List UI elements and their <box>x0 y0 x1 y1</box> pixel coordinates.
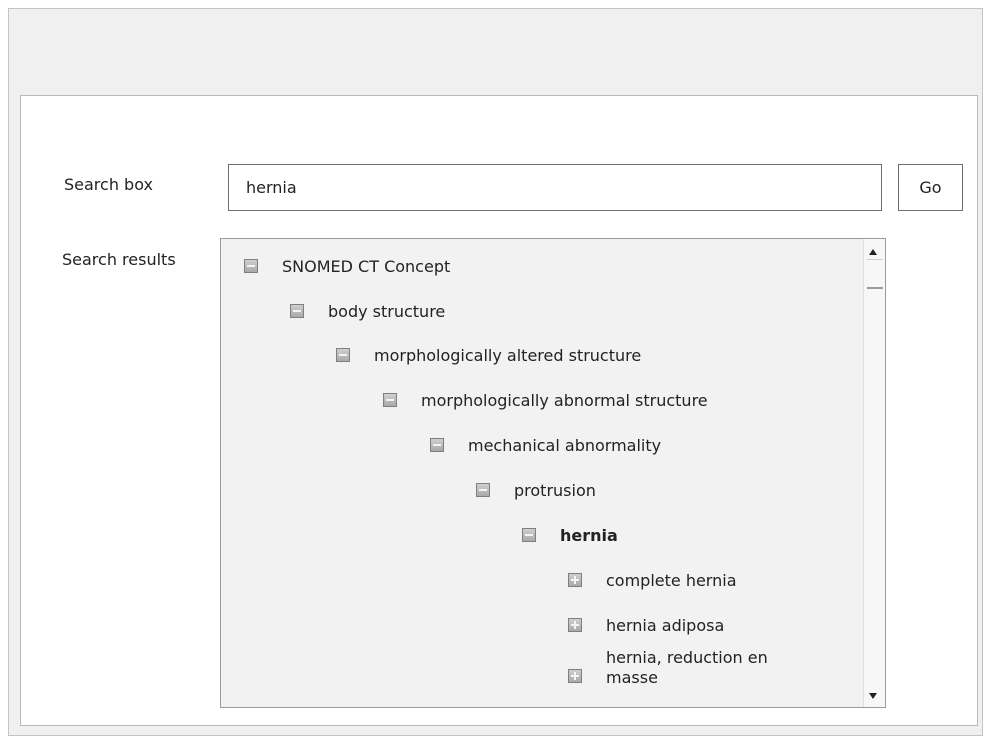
collapse-icon[interactable] <box>336 348 350 362</box>
tree-node-label: hernia adiposa <box>606 616 725 635</box>
search-results-tree[interactable]: SNOMED CT Concept body structure morphol… <box>220 238 886 708</box>
search-input[interactable] <box>228 164 882 211</box>
tree-node[interactable]: mechanical abnormality <box>430 436 661 456</box>
tree-node[interactable]: morphologically altered structure <box>336 346 641 366</box>
tree-node-label: complete hernia <box>606 571 737 590</box>
tree-node-label: SNOMED CT Concept <box>282 257 451 276</box>
tree-node-label: mechanical abnormality <box>468 436 662 455</box>
tree-node[interactable]: complete hernia <box>568 571 737 591</box>
tree-node[interactable]: SNOMED CT Concept <box>244 257 450 277</box>
tree-node[interactable]: morphologically abnormal structure <box>383 391 708 411</box>
search-box-label: Search box <box>64 175 153 194</box>
collapse-icon[interactable] <box>522 528 536 542</box>
scroll-thumb[interactable] <box>867 259 883 289</box>
collapse-icon[interactable] <box>244 259 258 273</box>
tree-node[interactable]: protrusion <box>476 481 596 501</box>
tree-node-label: morphologically altered structure <box>374 346 642 365</box>
collapse-icon[interactable] <box>290 304 304 318</box>
search-results-label: Search results <box>62 250 176 269</box>
tree-node-label: protrusion <box>514 481 596 500</box>
expand-icon[interactable] <box>568 573 582 587</box>
tree-node-label: hernia, reduction en masse <box>606 648 768 687</box>
scroll-down-arrow-icon[interactable] <box>869 693 877 699</box>
tree-node-label: body structure <box>328 302 446 321</box>
expand-icon[interactable] <box>568 669 582 683</box>
expand-icon[interactable] <box>568 618 582 632</box>
collapse-icon[interactable] <box>430 438 444 452</box>
tree-node[interactable]: hernia, reduction en masse <box>568 648 796 688</box>
tree-node[interactable]: body structure <box>290 302 445 322</box>
collapse-icon[interactable] <box>476 483 490 497</box>
tree-node-selected[interactable]: hernia <box>522 526 618 546</box>
tree-node-label: morphologically abnormal structure <box>421 391 708 410</box>
collapse-icon[interactable] <box>383 393 397 407</box>
scroll-up-arrow-icon[interactable] <box>869 249 877 255</box>
tree-node[interactable]: hernia adiposa <box>568 616 724 636</box>
vertical-scrollbar[interactable] <box>863 239 885 707</box>
go-button[interactable]: Go <box>898 164 963 211</box>
tree-node-label: hernia <box>560 526 618 545</box>
